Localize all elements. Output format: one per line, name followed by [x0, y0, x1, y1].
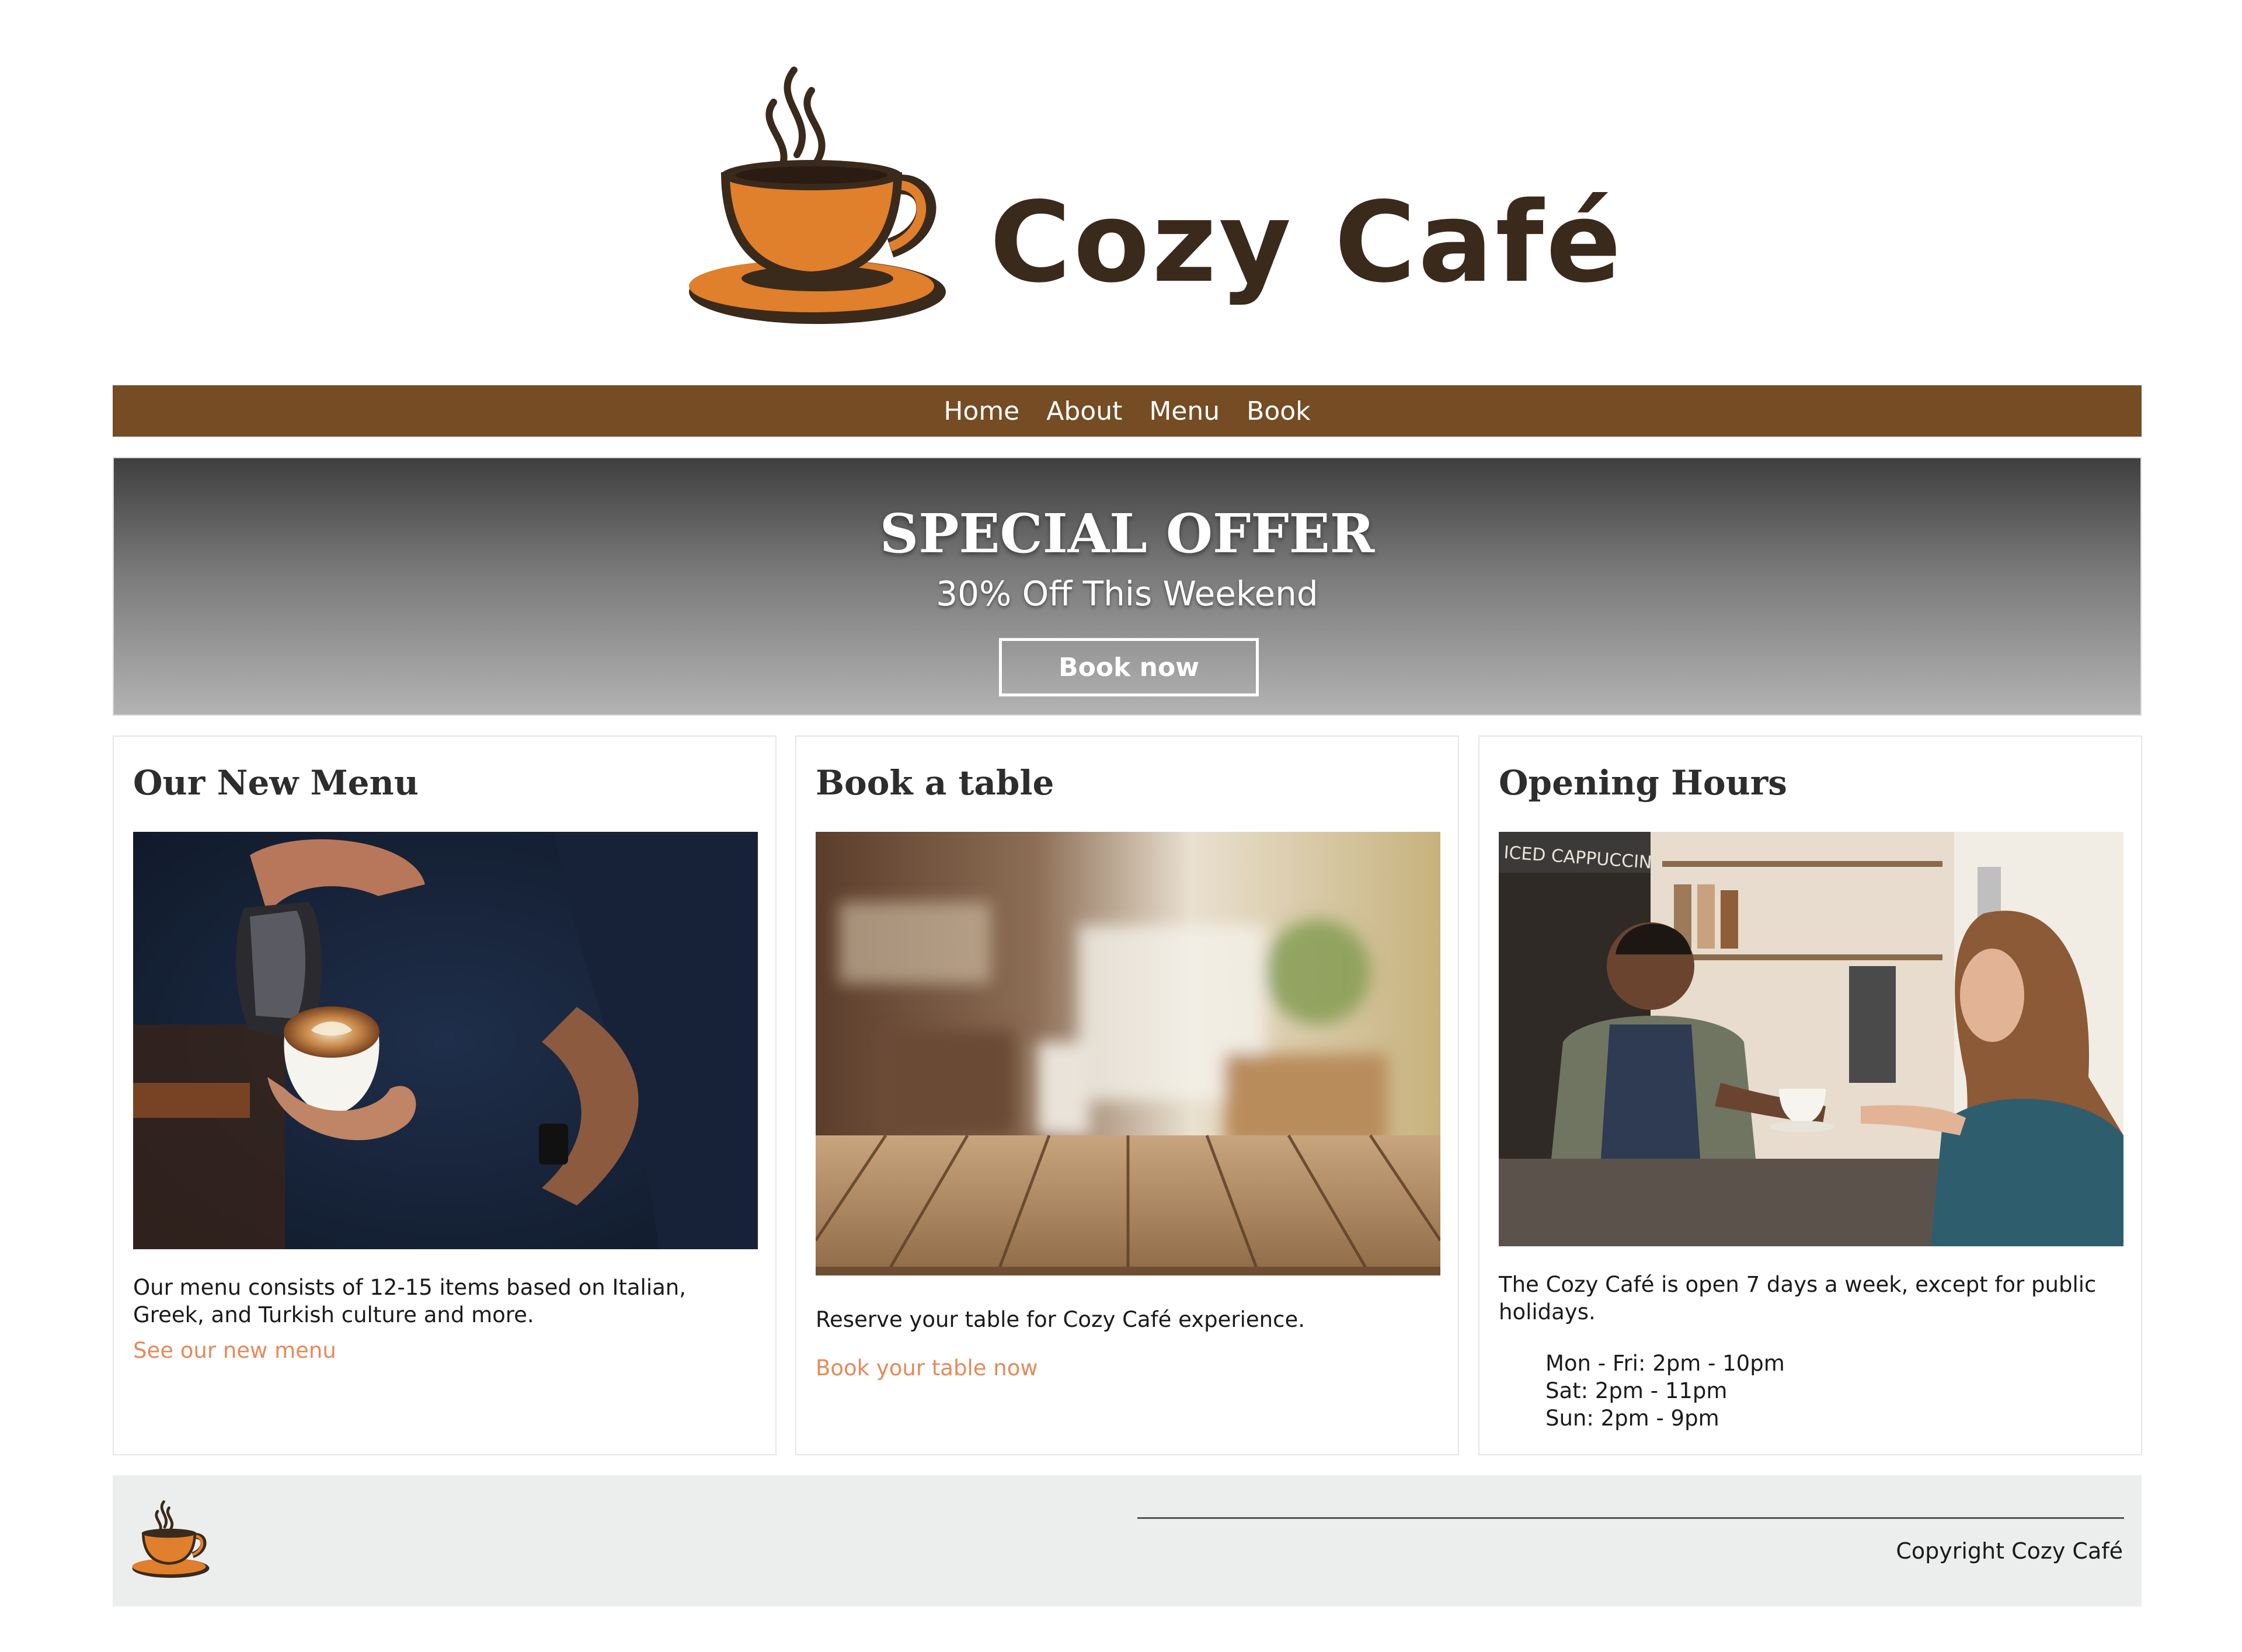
see-menu-link[interactable]: See our new menu [133, 1338, 336, 1363]
nav-link-about[interactable]: About [1046, 396, 1122, 426]
card-description: Reserve your table for Cozy Café experie… [816, 1307, 1305, 1332]
card-opening-hours: Opening Hours ICED CAPPUCCINO The Cozy C… [1478, 736, 2142, 1455]
hero-subtitle: 30% Off This Weekend [936, 574, 1318, 614]
wooden-table-image [816, 832, 1440, 1275]
hours-sunday: Sun: 2pm - 9pm [1545, 1406, 1719, 1431]
card-new-menu: Our New Menu Our menu consists of 12-15 … [113, 736, 777, 1455]
hours-saturday: Sat: 2pm - 11pm [1545, 1378, 1728, 1403]
card-title: Book a table [816, 763, 1054, 803]
nav-link-menu[interactable]: Menu [1149, 396, 1220, 426]
card-book-table: Book a table Reserve your table for Cozy… [795, 736, 1459, 1455]
special-offer-banner: SPECIAL OFFER 30% Off This Weekend Book … [113, 457, 2142, 716]
card-title: Opening Hours [1499, 763, 1787, 803]
nav-link-book[interactable]: Book [1247, 396, 1311, 426]
coffee-cup-icon [686, 61, 949, 330]
card-description: The Cozy Café is open 7 days a week, exc… [1499, 1272, 2097, 1325]
barista-serving-image: ICED CAPPUCCINO [1499, 832, 2123, 1246]
hero-title: SPECIAL OFFER [879, 502, 1375, 565]
main-navbar: Home About Menu Book [113, 385, 2142, 437]
footer-divider [1137, 1517, 2124, 1519]
book-table-link[interactable]: Book your table now [816, 1355, 1038, 1381]
card-title: Our New Menu [133, 763, 419, 803]
copyright-text: Copyright Cozy Café [1896, 1538, 2123, 1564]
barista-latte-image [133, 832, 758, 1249]
site-logo[interactable]: Cozy Café [686, 61, 1621, 330]
book-now-button[interactable]: Book now [999, 638, 1259, 696]
opening-hours-list: Mon - Fri: 2pm - 10pm Sat: 2pm - 11pm Su… [1545, 1350, 1785, 1432]
card-description: Our menu consists of 12-15 items based o… [133, 1275, 686, 1327]
nav-link-home[interactable]: Home [944, 396, 1019, 426]
site-footer: Copyright Cozy Café [113, 1475, 2142, 1606]
hours-weekday: Mon - Fri: 2pm - 10pm [1545, 1351, 1785, 1376]
brand-name: Cozy Café [990, 178, 1624, 307]
coffee-cup-icon [131, 1496, 210, 1583]
